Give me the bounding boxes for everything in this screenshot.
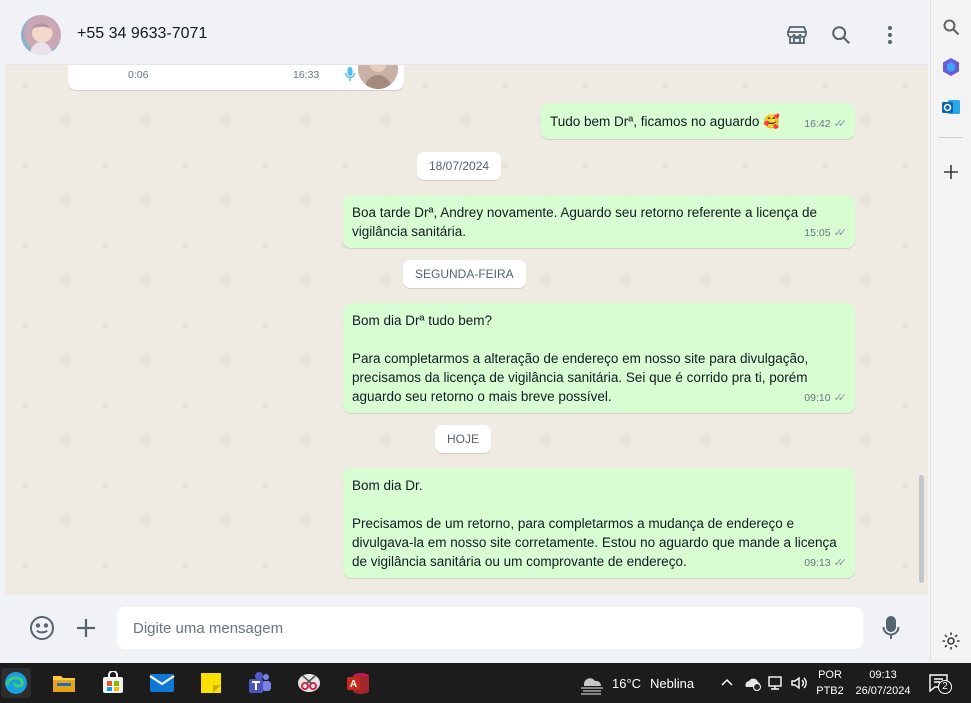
message-text: Boa tarde Drª, Andrey novamente. Aguardo… bbox=[352, 205, 821, 239]
search-icon[interactable] bbox=[939, 15, 963, 39]
date-separator: HOJE bbox=[435, 425, 492, 453]
contact-name[interactable]: +55 34 9633-7071 bbox=[77, 25, 207, 43]
read-ticks-icon: ✓✓ bbox=[833, 227, 848, 239]
message-time: 09:13 bbox=[804, 557, 831, 569]
message-time: 15:05 bbox=[804, 227, 831, 239]
mail-icon[interactable] bbox=[147, 668, 177, 698]
message-time: 16:42 bbox=[804, 118, 831, 130]
file-explorer-icon[interactable] bbox=[49, 668, 79, 698]
search-icon[interactable] bbox=[829, 23, 853, 47]
outgoing-message[interactable]: Bom dia Drª tudo bem? Para completarmos … bbox=[343, 303, 855, 413]
access-icon[interactable]: A bbox=[343, 668, 373, 698]
read-ticks-icon: ✓✓ bbox=[833, 392, 848, 404]
sticky-notes-icon[interactable] bbox=[196, 668, 226, 698]
copilot-icon[interactable] bbox=[939, 55, 963, 79]
message-text: Bom dia Dr. Precisamos de um retorno, pa… bbox=[352, 478, 837, 569]
browser-sidebar bbox=[930, 0, 971, 660]
keyboard-layout: PTB2 bbox=[816, 685, 844, 697]
notification-count: 2 bbox=[938, 680, 952, 694]
message-meta: 15:05 ✓✓ bbox=[804, 224, 847, 243]
message-time: 16:33 bbox=[293, 69, 320, 81]
message-text: Bom dia Drª tudo bem? Para completarmos … bbox=[352, 313, 809, 404]
date-separator: SEGUNDA-FEIRA bbox=[403, 260, 526, 288]
notification-center-icon[interactable]: 2 bbox=[928, 672, 952, 699]
chat-pane: +55 34 9633-7071 0:06 16:33 Tudo bem Drª… bbox=[5, 5, 928, 660]
menu-dots-icon[interactable] bbox=[878, 23, 902, 47]
message-text: Tudo bem Drª, ficamos no aguardo 🥰 bbox=[550, 114, 780, 129]
contact-avatar[interactable] bbox=[21, 15, 61, 55]
mic-icon[interactable] bbox=[878, 615, 904, 641]
voice-message-bubble[interactable]: 0:06 16:33 bbox=[68, 65, 404, 90]
message-meta: 09:10 ✓✓ bbox=[804, 389, 847, 408]
store-icon[interactable] bbox=[98, 668, 128, 698]
app-window: +55 34 9633-7071 0:06 16:33 Tudo bem Drª… bbox=[0, 0, 971, 703]
clock-date: 26/07/2024 bbox=[855, 685, 911, 697]
message-meta: 16:42 ✓✓ bbox=[804, 115, 847, 134]
outlook-icon[interactable] bbox=[939, 95, 963, 119]
sender-avatar bbox=[358, 65, 398, 89]
outgoing-message[interactable]: Bom dia Dr. Precisamos de um retorno, pa… bbox=[343, 468, 855, 578]
message-time: 09:10 bbox=[804, 392, 831, 404]
read-ticks-icon: ✓✓ bbox=[833, 557, 848, 569]
mic-icon bbox=[344, 66, 356, 87]
weather-text[interactable]: Neblina bbox=[650, 676, 694, 691]
plus-icon[interactable] bbox=[939, 160, 963, 184]
emoji-icon[interactable] bbox=[29, 615, 55, 641]
snipping-tool-icon[interactable] bbox=[294, 668, 324, 698]
divider bbox=[939, 137, 963, 138]
plus-icon[interactable] bbox=[73, 615, 99, 641]
message-meta: 09:13 ✓✓ bbox=[804, 554, 847, 573]
chat-header[interactable]: +55 34 9633-7071 bbox=[5, 5, 928, 65]
onedrive-sync-icon[interactable] bbox=[743, 675, 763, 696]
outgoing-message[interactable]: Tudo bem Drª, ficamos no aguardo 🥰 16:42… bbox=[541, 103, 855, 139]
windows-taskbar: A 16°C Neblina POR PTB2 09:13 26/07/2024 bbox=[0, 663, 971, 703]
scrollbar-thumb[interactable] bbox=[919, 475, 924, 583]
svg-text:A: A bbox=[350, 679, 357, 690]
clock[interactable]: 09:13 26/07/2024 bbox=[851, 667, 915, 699]
edge-icon[interactable] bbox=[1, 668, 31, 698]
voice-duration: 0:06 bbox=[128, 69, 149, 81]
message-input[interactable] bbox=[117, 607, 863, 649]
teams-icon[interactable] bbox=[245, 668, 275, 698]
message-composer bbox=[5, 595, 928, 660]
weather-temp[interactable]: 16°C bbox=[612, 676, 641, 691]
weather-fog-icon[interactable] bbox=[578, 671, 606, 700]
outgoing-message[interactable]: Boa tarde Drª, Andrey novamente. Aguardo… bbox=[343, 195, 855, 248]
settings-icon[interactable] bbox=[939, 629, 963, 653]
network-icon[interactable] bbox=[767, 675, 785, 696]
store-icon[interactable] bbox=[785, 23, 809, 47]
language-code: POR bbox=[818, 669, 842, 681]
message-list[interactable]: 0:06 16:33 Tudo bem Drª, ficamos no agua… bbox=[5, 65, 928, 593]
date-separator: 18/07/2024 bbox=[417, 152, 502, 180]
clock-time: 09:13 bbox=[869, 669, 897, 681]
volume-icon[interactable] bbox=[790, 675, 808, 696]
chevron-up-icon[interactable] bbox=[720, 675, 734, 694]
read-ticks-icon: ✓✓ bbox=[833, 118, 848, 130]
language-indicator[interactable]: POR PTB2 bbox=[813, 667, 847, 699]
